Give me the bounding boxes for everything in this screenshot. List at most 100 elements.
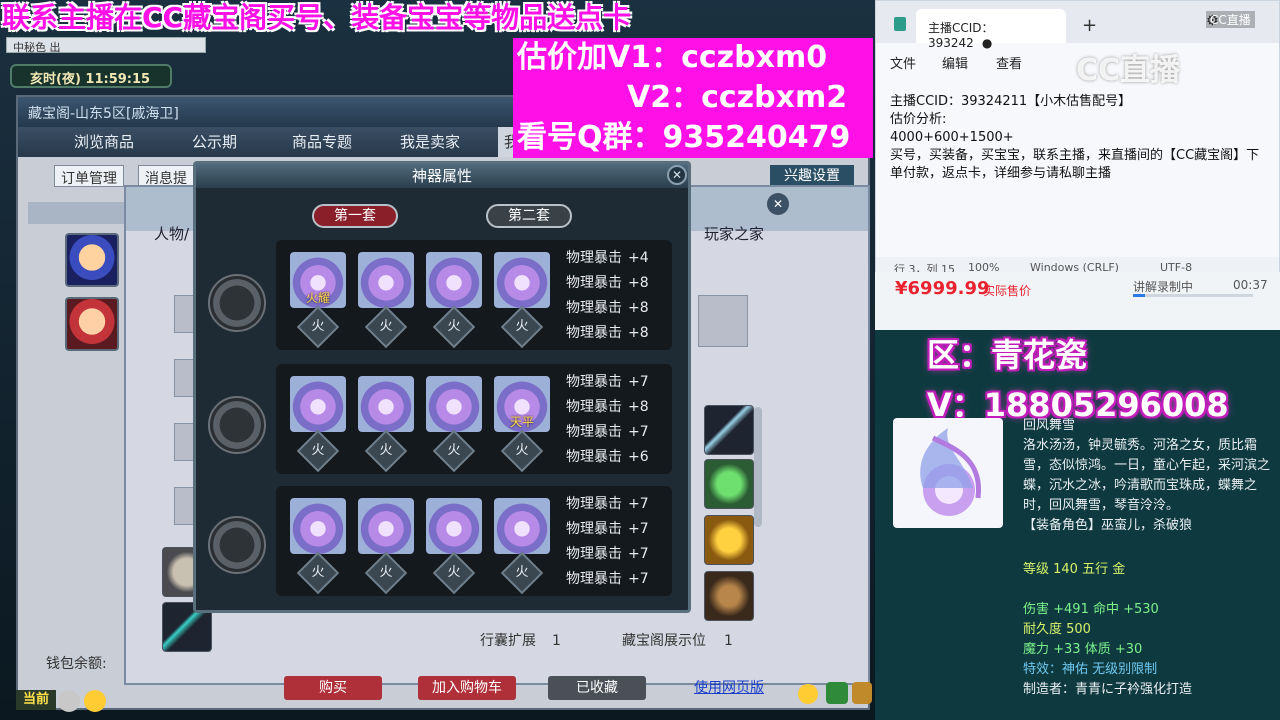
buy-button[interactable]: 购买 xyxy=(284,676,382,700)
gold-orb-item-icon[interactable] xyxy=(704,515,754,565)
set-one-button[interactable]: 第一套 xyxy=(312,204,398,228)
gem-cell[interactable]: 火耀 xyxy=(290,252,346,308)
text-line: 主播CCID：39324211【小木估售配号】 xyxy=(890,94,1132,109)
contact-line: 看号Q群：935240479 xyxy=(517,120,851,155)
price-amount: ¥6999.99 xyxy=(895,278,990,299)
price-label: 实际售价 xyxy=(983,284,1032,298)
settings-icon[interactable] xyxy=(852,682,872,704)
avatar[interactable] xyxy=(65,297,119,351)
set-two-button[interactable]: 第二套 xyxy=(486,204,572,228)
item-name: 回风舞雪 xyxy=(1023,418,1076,433)
close-icon[interactable]: ✕ xyxy=(667,165,687,185)
tab-seller[interactable]: 我是卖家 xyxy=(400,127,460,157)
tab-browse[interactable]: 浏览商品 xyxy=(74,127,134,157)
add-to-cart-button[interactable]: 加入购物车 xyxy=(418,676,516,700)
fire-element-icon: 火 xyxy=(296,429,340,473)
gem-cell[interactable]: 天平 xyxy=(494,376,550,432)
contact-overlay: 估价加V1：cczbxm0 V2：cczbxm2 看号Q群：935240479 xyxy=(513,38,873,158)
price-bar: ¥6999.99 实际售价 讲解录制中 00:37 xyxy=(875,272,1280,330)
message-button[interactable]: 消息提 xyxy=(138,165,194,187)
contact-line: V2：cczbxm2 xyxy=(627,80,848,115)
menu-edit[interactable]: 编辑 xyxy=(942,53,968,72)
wallet-label: 钱包余额: xyxy=(46,656,107,672)
cc-watermark: CC直播 xyxy=(1076,53,1181,88)
fire-element-icon: 火 xyxy=(296,551,340,595)
recording-label: 讲解录制中 xyxy=(1133,280,1194,294)
gem-cell[interactable] xyxy=(290,498,346,554)
area-overlay: 区：青花瓷 xyxy=(927,336,1088,374)
system-icon[interactable] xyxy=(826,682,848,704)
item-attack: 伤害 +491 命中 +530 xyxy=(1023,602,1159,617)
idol-item-icon[interactable] xyxy=(704,571,754,621)
stat-row: 物理暴击 +7 xyxy=(566,424,649,440)
stat-row: 物理暴击 +7 xyxy=(566,521,649,537)
fire-element-icon: 火 xyxy=(432,551,476,595)
item-role: 【装备角色】巫蛮儿，杀破狼 xyxy=(1023,518,1193,533)
game-client: 中秘色 出 亥时(夜) 11:59:15 藏宝阁-山东5区[戚海卫] 浏览商品 … xyxy=(0,0,875,720)
fire-element-icon: 火 xyxy=(500,305,544,349)
text-line: 买号，买装备，买宝宝，联系主播，来直播间的【CC藏宝阁】下单付款，返点卡，详细参… xyxy=(890,148,1260,181)
fire-element-icon: 火 xyxy=(432,305,476,349)
fire-element-icon: 火 xyxy=(432,429,476,473)
interest-settings-button[interactable]: 兴趣设置 xyxy=(770,165,854,187)
gem-cell[interactable] xyxy=(358,376,414,432)
tab-close-icon[interactable]: ● xyxy=(982,36,992,50)
gem-cell[interactable] xyxy=(426,498,482,554)
item-image xyxy=(893,418,1003,528)
scrollbar[interactable] xyxy=(754,407,762,527)
fire-element-icon: 火 xyxy=(364,429,408,473)
contact-line: 估价加V1：cczbxm0 xyxy=(517,40,828,75)
dialog-title: 神器属性 xyxy=(196,164,688,188)
gem-cell[interactable] xyxy=(290,376,346,432)
stream-banner: 联系主播在CC藏宝阁买号、装备宝宝等物品送点卡 xyxy=(2,1,632,34)
fire-element-icon: 火 xyxy=(364,305,408,349)
artifact-group: 天平 火 火 火 火 物理暴击 +7 物理暴击 +8 物理暴击 +7 物理暴击 +6 xyxy=(276,364,672,474)
gem-cell[interactable] xyxy=(358,252,414,308)
avatar[interactable] xyxy=(65,233,119,287)
text-line: 估价分析: xyxy=(890,112,947,127)
stat-list: 物理暴击 +7 物理暴击 +8 物理暴击 +7 物理暴击 +6 xyxy=(566,370,676,470)
fire-element-icon: 火 xyxy=(500,551,544,595)
saved-button[interactable]: 已收藏 xyxy=(548,676,646,700)
stat-row: 物理暴击 +4 xyxy=(566,250,649,266)
gem-cell[interactable] xyxy=(494,252,550,308)
notepad-text[interactable]: 主播CCID：39324211【小木估售配号】 估价分析: 4000+600+1… xyxy=(890,93,1270,183)
menu-view[interactable]: 查看 xyxy=(996,53,1022,72)
blade-item-icon[interactable] xyxy=(704,405,754,455)
notepad-window: 主播CCID：393242 ● + ⚙ 文件 编辑 查看 CC直播 CC直播 主播… xyxy=(875,0,1280,280)
item-level: 等级 140 五行 金 xyxy=(1023,562,1126,577)
stat-row: 物理暴击 +7 xyxy=(566,571,649,587)
menu-file[interactable]: 文件 xyxy=(890,53,916,72)
stat-row: 物理暴击 +8 xyxy=(566,300,649,316)
order-manage-button[interactable]: 订单管理 xyxy=(54,165,124,187)
gem-cell[interactable] xyxy=(358,498,414,554)
herb-item-icon[interactable] xyxy=(704,459,754,509)
tab-topics[interactable]: 商品专题 xyxy=(292,127,352,157)
inventory-slot[interactable] xyxy=(698,295,748,347)
add-tab-button[interactable]: + xyxy=(1082,15,1097,36)
col-header-role: 人物/ xyxy=(154,225,190,243)
stat-list: 物理暴击 +4 物理暴击 +8 物理暴击 +8 物理暴击 +8 xyxy=(566,246,676,346)
stat-row: 物理暴击 +8 xyxy=(566,325,649,341)
game-window-tab[interactable]: 中秘色 出 xyxy=(6,37,206,54)
microphone-icon[interactable] xyxy=(58,690,80,712)
gem-cell[interactable] xyxy=(494,498,550,554)
emoji-icon[interactable] xyxy=(84,690,106,712)
item-durability: 耐久度 500 xyxy=(1023,622,1091,637)
notepad-tab[interactable]: 主播CCID：393242 ● xyxy=(916,9,1066,50)
artifact-slot-icon xyxy=(208,396,266,454)
item-flavor-text: 洛水汤汤，钟灵毓秀。河洛之女，质比霜雪，态似惊鸿。一日，童心乍起，采河滨之蝶，沉… xyxy=(1023,438,1271,513)
cbg-expand-label: 藏宝阁展示位 1 xyxy=(622,633,733,649)
current-channel-button[interactable]: 当前 xyxy=(16,690,56,710)
stat-row: 物理暴击 +7 xyxy=(566,496,649,512)
gem-cell[interactable] xyxy=(426,376,482,432)
web-version-link[interactable]: 使用网页版 xyxy=(684,676,774,700)
close-icon[interactable]: ✕ xyxy=(767,193,789,215)
stat-row: 物理暴击 +7 xyxy=(566,374,649,390)
stat-row: 物理暴击 +6 xyxy=(566,449,649,465)
fire-element-icon: 火 xyxy=(364,551,408,595)
artifact-attribute-dialog: 神器属性 ✕ 第一套 第二套 火耀 火 火 火 火 物理暴击 +4 物理暴击 +8 … xyxy=(193,161,691,613)
tab-public[interactable]: 公示期 xyxy=(192,127,237,157)
gem-cell[interactable] xyxy=(426,252,482,308)
smile-icon[interactable] xyxy=(798,684,818,704)
